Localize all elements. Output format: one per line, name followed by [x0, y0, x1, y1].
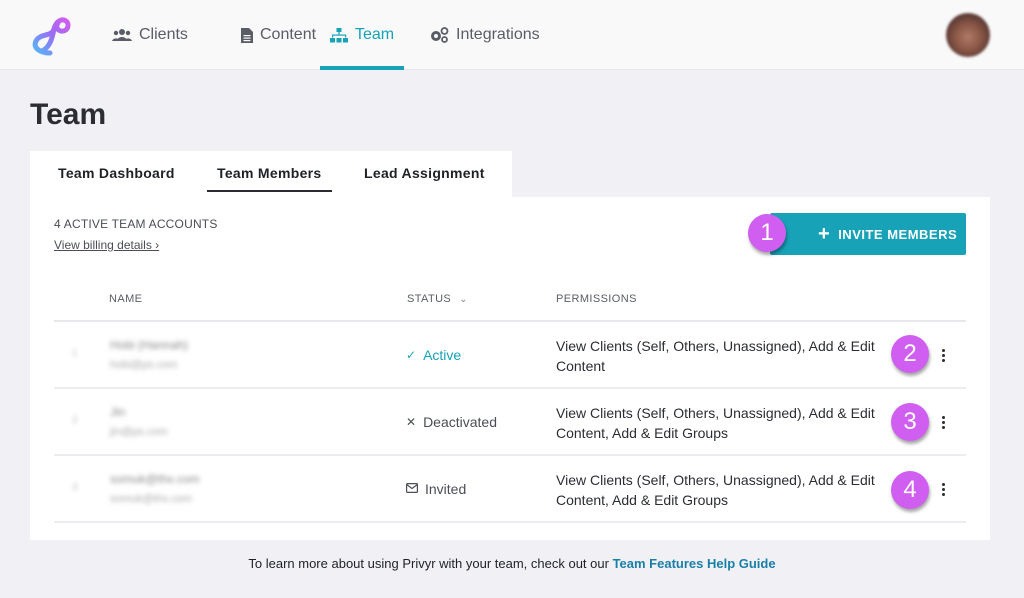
- status-label: Invited: [425, 481, 467, 497]
- member-permissions: View Clients (Self, Others, Unassigned),…: [556, 405, 875, 441]
- nav-label-clients: Clients: [139, 26, 188, 43]
- member-email: somuk@thx.com: [110, 493, 193, 505]
- tab-team-dashboard[interactable]: Team Dashboard: [58, 165, 175, 181]
- help-footer: To learn more about using Privyr with yo…: [0, 556, 1024, 571]
- check-icon: ✓: [406, 348, 417, 362]
- nav-item-clients[interactable]: Clients: [112, 0, 188, 70]
- status-label: Deactivated: [423, 414, 497, 430]
- column-header-name: NAME: [109, 293, 143, 305]
- row-number: 1: [72, 348, 78, 359]
- invite-members-button[interactable]: + INVITE MEMBERS: [770, 213, 966, 255]
- column-header-status[interactable]: STATUS ⌄: [407, 293, 468, 305]
- annotation-badge-3: 3: [891, 403, 929, 441]
- table-row[interactable]: 1 Hobi (Hannah) hobi@ps.com ✓ Active Vie…: [54, 322, 966, 389]
- active-accounts-count: 4 ACTIVE TEAM ACCOUNTS: [54, 217, 218, 231]
- document-icon: [241, 27, 253, 43]
- more-options-icon[interactable]: [936, 478, 950, 500]
- status-badge: ✕ Deactivated: [406, 414, 497, 430]
- nav-item-integrations[interactable]: Integrations: [429, 0, 540, 70]
- chevron-down-icon: ⌄: [459, 294, 468, 305]
- invite-members-label: INVITE MEMBERS: [838, 226, 958, 242]
- x-icon: ✕: [406, 415, 417, 429]
- status-label: Active: [423, 347, 462, 363]
- annotation-badge-1: 1: [748, 214, 786, 252]
- users-icon: [112, 28, 132, 42]
- sitemap-icon: [330, 27, 348, 43]
- user-avatar[interactable]: [946, 13, 990, 57]
- tab-team-members[interactable]: Team Members: [207, 165, 331, 192]
- status-badge: ✓ Active: [406, 347, 461, 363]
- page-title: Team: [30, 98, 107, 131]
- privyr-logo[interactable]: [28, 15, 72, 57]
- member-email: hobi@ps.com: [110, 359, 178, 371]
- member-name: somuk@thx.com: [110, 472, 200, 486]
- status-header-label: STATUS: [407, 293, 452, 305]
- status-badge: Invited: [406, 481, 466, 497]
- nav-item-team[interactable]: Team: [319, 0, 405, 70]
- team-members-card: 4 ACTIVE TEAM ACCOUNTS View billing deta…: [30, 197, 990, 540]
- table-row[interactable]: 2 Jin jin@ps.com ✕ Deactivated View Clie…: [54, 389, 966, 456]
- member-permissions: View Clients (Self, Others, Unassigned),…: [556, 472, 875, 508]
- member-name: Hobi (Hannah): [110, 338, 189, 352]
- tab-lead-assignment[interactable]: Lead Assignment: [364, 165, 485, 181]
- footer-text: To learn more about using Privyr with yo…: [248, 556, 613, 571]
- column-header-permissions: PERMISSIONS: [556, 293, 637, 305]
- annotation-badge-4: 4: [891, 471, 929, 509]
- team-tabs: Team Dashboard Team Members Lead Assignm…: [30, 151, 512, 197]
- top-navigation: Clients Content Team Integrations: [0, 0, 1024, 70]
- table-row[interactable]: 3 somuk@thx.com somuk@thx.com Invited Vi…: [54, 456, 966, 523]
- member-name: Jin: [110, 405, 126, 419]
- nav-label-team: Team: [355, 26, 395, 43]
- nav-label-integrations: Integrations: [456, 26, 540, 43]
- member-email: jin@ps.com: [110, 426, 168, 438]
- nav-item-content[interactable]: Content: [241, 0, 316, 70]
- team-features-help-guide-link[interactable]: Team Features Help Guide: [613, 556, 776, 571]
- view-billing-details-link[interactable]: View billing details ›: [54, 238, 159, 252]
- nav-label-content: Content: [260, 26, 317, 43]
- plus-icon: +: [818, 223, 831, 245]
- row-number: 3: [72, 482, 78, 493]
- envelope-icon: [406, 482, 419, 496]
- member-permissions: View Clients (Self, Others, Unassigned),…: [556, 338, 875, 374]
- more-options-icon[interactable]: [936, 344, 950, 366]
- row-number: 2: [72, 415, 78, 426]
- annotation-badge-2: 2: [891, 335, 929, 373]
- cogs-icon: [429, 27, 449, 43]
- more-options-icon[interactable]: [936, 411, 950, 433]
